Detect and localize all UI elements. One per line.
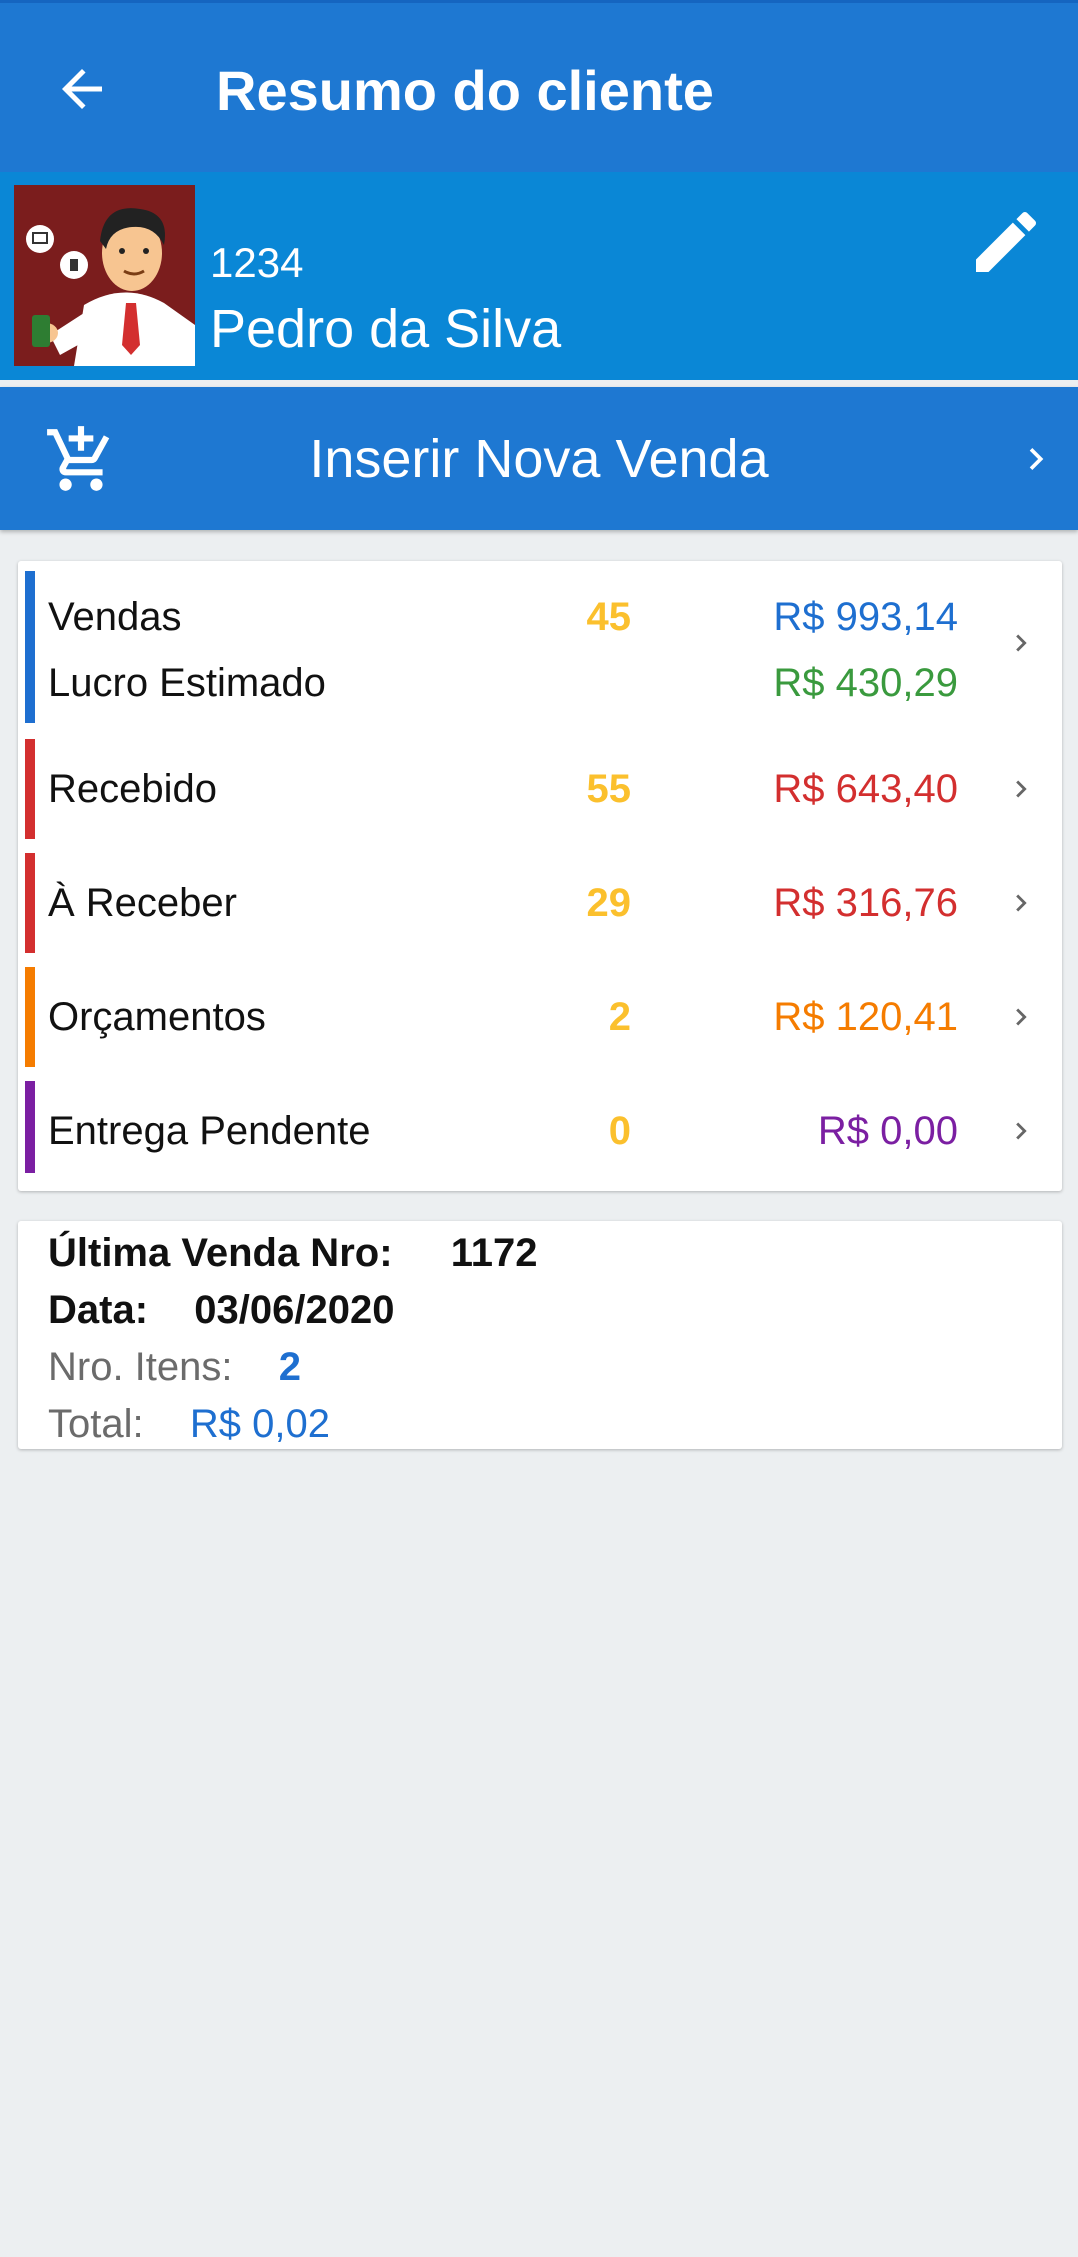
client-name: Pedro da Silva xyxy=(210,299,562,359)
to-receive-value: R$ 316,76 xyxy=(773,881,958,925)
profit-value: R$ 430,29 xyxy=(773,661,958,705)
last-sale-items-line: Nro. Itens: 2 xyxy=(48,1343,301,1391)
summary-row-to-receive[interactable]: À Receber 29 R$ 316,76 xyxy=(18,853,1062,953)
sales-count: 45 xyxy=(586,595,632,639)
chevron-right-icon xyxy=(1016,1122,1027,1140)
client-code: 1234 xyxy=(210,239,304,286)
last-sale-items: 2 xyxy=(278,1345,302,1389)
page-title: Resumo do cliente xyxy=(216,59,714,122)
last-sale-number-label: Última Venda Nro: xyxy=(48,1231,393,1275)
pending-delivery-color-bar xyxy=(25,1081,35,1173)
quotes-color-bar xyxy=(25,967,35,1067)
insert-new-sale-button[interactable]: Inserir Nova Venda xyxy=(0,387,1078,530)
pencil-icon[interactable] xyxy=(966,202,1046,282)
last-sale-date: 03/06/2020 xyxy=(194,1288,395,1332)
insert-new-sale-label: Inserir Nova Venda xyxy=(309,429,769,489)
app-bar: Resumo do cliente xyxy=(0,0,1078,172)
sales-color-bar xyxy=(25,571,35,723)
quotes-count: 2 xyxy=(608,995,631,1039)
last-sale-date-label: Data: xyxy=(48,1288,149,1332)
chevron-right-icon xyxy=(1016,780,1027,798)
received-count: 55 xyxy=(586,767,632,811)
summary-row-received[interactable]: Recebido 55 R$ 643,40 xyxy=(18,739,1062,839)
quotes-label: Orçamentos xyxy=(48,995,266,1039)
summary-row-pending-delivery[interactable]: Entrega Pendente 0 R$ 0,00 xyxy=(18,1081,1062,1181)
last-sale-card[interactable]: Última Venda Nro: 1172 Data: 03/06/2020 … xyxy=(18,1221,1062,1449)
last-sale-date-line: Data: 03/06/2020 xyxy=(48,1286,394,1334)
last-sale-number-line: Última Venda Nro: 1172 xyxy=(48,1229,538,1277)
received-color-bar xyxy=(25,739,35,839)
to-receive-color-bar xyxy=(25,853,35,953)
chevron-right-icon xyxy=(1016,634,1027,652)
chevron-right-icon xyxy=(1016,1008,1027,1026)
arrow-back-icon[interactable] xyxy=(52,59,112,119)
last-sale-total-label: Total: xyxy=(48,1402,144,1446)
summary-row-sales[interactable]: Vendas 45 R$ 993,14 Lucro Estimado R$ 43… xyxy=(18,561,1062,725)
sales-value: R$ 993,14 xyxy=(773,595,958,639)
profit-label: Lucro Estimado xyxy=(48,661,326,705)
chevron-right-icon xyxy=(1029,448,1044,470)
summary-card: Vendas 45 R$ 993,14 Lucro Estimado R$ 43… xyxy=(18,561,1062,1191)
chevron-right-icon xyxy=(1016,894,1027,912)
client-avatar xyxy=(14,185,195,366)
pending-delivery-label: Entrega Pendente xyxy=(48,1109,371,1153)
last-sale-total: R$ 0,02 xyxy=(189,1402,330,1446)
received-value: R$ 643,40 xyxy=(773,767,958,811)
sales-label: Vendas xyxy=(48,595,182,639)
last-sale-number: 1172 xyxy=(450,1231,538,1275)
summary-row-quotes[interactable]: Orçamentos 2 R$ 120,41 xyxy=(18,967,1062,1067)
businessman-illustration-icon xyxy=(14,185,195,366)
client-header: 1234 Pedro da Silva xyxy=(0,172,1078,380)
quotes-value: R$ 120,41 xyxy=(773,995,958,1039)
to-receive-label: À Receber xyxy=(48,881,237,925)
last-sale-items-label: Nro. Itens: xyxy=(48,1345,233,1389)
pending-delivery-count: 0 xyxy=(608,1109,631,1153)
last-sale-total-line: Total: R$ 0,02 xyxy=(48,1400,330,1448)
to-receive-count: 29 xyxy=(586,881,632,925)
pending-delivery-value: R$ 0,00 xyxy=(817,1109,958,1153)
received-label: Recebido xyxy=(48,767,218,811)
